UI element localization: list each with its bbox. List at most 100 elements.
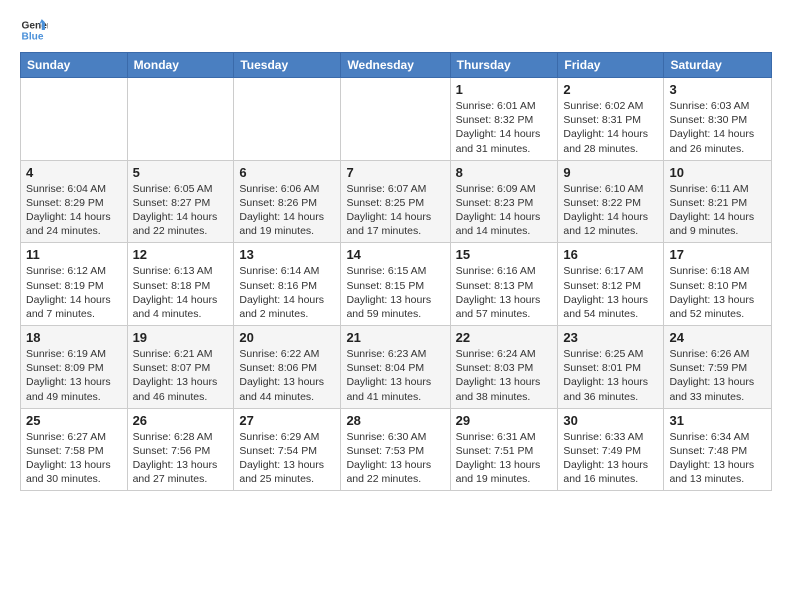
day-number: 11 <box>26 247 122 262</box>
day-number: 1 <box>456 82 553 97</box>
cell-info: Sunrise: 6:29 AM Sunset: 7:54 PM Dayligh… <box>239 430 335 487</box>
calendar-cell: 7 Sunrise: 6:07 AM Sunset: 8:25 PM Daylig… <box>341 160 450 243</box>
day-number: 8 <box>456 165 553 180</box>
cell-info: Sunrise: 6:17 AM Sunset: 8:12 PM Dayligh… <box>563 264 658 321</box>
header-row: SundayMondayTuesdayWednesdayThursdayFrid… <box>21 53 772 78</box>
svg-text:Blue: Blue <box>22 31 44 42</box>
calendar-cell: 9 Sunrise: 6:10 AM Sunset: 8:22 PM Daylig… <box>558 160 664 243</box>
day-number: 3 <box>669 82 766 97</box>
calendar-cell <box>341 78 450 161</box>
day-number: 26 <box>133 413 229 428</box>
cell-info: Sunrise: 6:05 AM Sunset: 8:27 PM Dayligh… <box>133 182 229 239</box>
cell-info: Sunrise: 6:25 AM Sunset: 8:01 PM Dayligh… <box>563 347 658 404</box>
day-number: 13 <box>239 247 335 262</box>
cell-info: Sunrise: 6:03 AM Sunset: 8:30 PM Dayligh… <box>669 99 766 156</box>
cell-info: Sunrise: 6:13 AM Sunset: 8:18 PM Dayligh… <box>133 264 229 321</box>
calendar-cell: 28Sunrise: 6:30 AM Sunset: 7:53 PM Dayli… <box>341 408 450 491</box>
calendar-cell: 15 Sunrise: 6:16 AM Sunset: 8:13 PM Dayli… <box>450 243 558 326</box>
day-number: 24 <box>669 330 766 345</box>
cell-info: Sunrise: 6:15 AM Sunset: 8:15 PM Dayligh… <box>346 264 444 321</box>
calendar-cell: 24 Sunrise: 6:26 AM Sunset: 7:59 PM Dayli… <box>664 326 772 409</box>
cell-info: Sunrise: 6:19 AM Sunset: 8:09 PM Dayligh… <box>26 347 122 404</box>
cell-info: Sunrise: 6:34 AM Sunset: 7:48 PM Dayligh… <box>669 430 766 487</box>
calendar-cell: 27Sunrise: 6:29 AM Sunset: 7:54 PM Dayli… <box>234 408 341 491</box>
col-header-thursday: Thursday <box>450 53 558 78</box>
cell-info: Sunrise: 6:33 AM Sunset: 7:49 PM Dayligh… <box>563 430 658 487</box>
logo-icon: General Blue <box>20 16 48 44</box>
cell-info: Sunrise: 6:28 AM Sunset: 7:56 PM Dayligh… <box>133 430 229 487</box>
day-number: 12 <box>133 247 229 262</box>
cell-info: Sunrise: 6:26 AM Sunset: 7:59 PM Dayligh… <box>669 347 766 404</box>
calendar-cell: 8 Sunrise: 6:09 AM Sunset: 8:23 PM Daylig… <box>450 160 558 243</box>
calendar-cell: 16 Sunrise: 6:17 AM Sunset: 8:12 PM Dayli… <box>558 243 664 326</box>
day-number: 10 <box>669 165 766 180</box>
day-number: 19 <box>133 330 229 345</box>
day-number: 2 <box>563 82 658 97</box>
day-number: 7 <box>346 165 444 180</box>
page-header: General Blue <box>20 16 772 44</box>
cell-info: Sunrise: 6:11 AM Sunset: 8:21 PM Dayligh… <box>669 182 766 239</box>
cell-info: Sunrise: 6:16 AM Sunset: 8:13 PM Dayligh… <box>456 264 553 321</box>
calendar-cell: 13 Sunrise: 6:14 AM Sunset: 8:16 PM Dayli… <box>234 243 341 326</box>
calendar-cell: 22Sunrise: 6:24 AM Sunset: 8:03 PM Dayli… <box>450 326 558 409</box>
cell-info: Sunrise: 6:07 AM Sunset: 8:25 PM Dayligh… <box>346 182 444 239</box>
calendar-cell <box>234 78 341 161</box>
calendar-cell: 10 Sunrise: 6:11 AM Sunset: 8:21 PM Dayli… <box>664 160 772 243</box>
cell-info: Sunrise: 6:14 AM Sunset: 8:16 PM Dayligh… <box>239 264 335 321</box>
cell-info: Sunrise: 6:18 AM Sunset: 8:10 PM Dayligh… <box>669 264 766 321</box>
calendar-cell: 18Sunrise: 6:19 AM Sunset: 8:09 PM Dayli… <box>21 326 128 409</box>
calendar-cell: 5 Sunrise: 6:05 AM Sunset: 8:27 PM Daylig… <box>127 160 234 243</box>
day-number: 6 <box>239 165 335 180</box>
calendar-table: SundayMondayTuesdayWednesdayThursdayFrid… <box>20 52 772 491</box>
cell-info: Sunrise: 6:01 AM Sunset: 8:32 PM Dayligh… <box>456 99 553 156</box>
cell-info: Sunrise: 6:31 AM Sunset: 7:51 PM Dayligh… <box>456 430 553 487</box>
day-number: 16 <box>563 247 658 262</box>
day-number: 30 <box>563 413 658 428</box>
calendar-cell: 29 Sunrise: 6:31 AM Sunset: 7:51 PM Dayli… <box>450 408 558 491</box>
calendar-cell: 2 Sunrise: 6:02 AM Sunset: 8:31 PM Daylig… <box>558 78 664 161</box>
day-number: 9 <box>563 165 658 180</box>
calendar-cell: 1 Sunrise: 6:01 AM Sunset: 8:32 PM Daylig… <box>450 78 558 161</box>
cell-info: Sunrise: 6:24 AM Sunset: 8:03 PM Dayligh… <box>456 347 553 404</box>
week-row-3: 11 Sunrise: 6:12 AM Sunset: 8:19 PM Dayli… <box>21 243 772 326</box>
cell-info: Sunrise: 6:12 AM Sunset: 8:19 PM Dayligh… <box>26 264 122 321</box>
day-number: 17 <box>669 247 766 262</box>
day-number: 29 <box>456 413 553 428</box>
calendar-cell: 20 Sunrise: 6:22 AM Sunset: 8:06 PM Dayli… <box>234 326 341 409</box>
cell-info: Sunrise: 6:30 AM Sunset: 7:53 PM Dayligh… <box>346 430 444 487</box>
cell-info: Sunrise: 6:10 AM Sunset: 8:22 PM Dayligh… <box>563 182 658 239</box>
cell-info: Sunrise: 6:21 AM Sunset: 8:07 PM Dayligh… <box>133 347 229 404</box>
calendar-cell: 14Sunrise: 6:15 AM Sunset: 8:15 PM Dayli… <box>341 243 450 326</box>
calendar-cell: 11 Sunrise: 6:12 AM Sunset: 8:19 PM Dayli… <box>21 243 128 326</box>
calendar-cell: 25Sunrise: 6:27 AM Sunset: 7:58 PM Dayli… <box>21 408 128 491</box>
col-header-friday: Friday <box>558 53 664 78</box>
day-number: 15 <box>456 247 553 262</box>
cell-info: Sunrise: 6:02 AM Sunset: 8:31 PM Dayligh… <box>563 99 658 156</box>
cell-info: Sunrise: 6:09 AM Sunset: 8:23 PM Dayligh… <box>456 182 553 239</box>
calendar-cell: 21Sunrise: 6:23 AM Sunset: 8:04 PM Dayli… <box>341 326 450 409</box>
week-row-5: 25Sunrise: 6:27 AM Sunset: 7:58 PM Dayli… <box>21 408 772 491</box>
col-header-monday: Monday <box>127 53 234 78</box>
cell-info: Sunrise: 6:04 AM Sunset: 8:29 PM Dayligh… <box>26 182 122 239</box>
cell-info: Sunrise: 6:23 AM Sunset: 8:04 PM Dayligh… <box>346 347 444 404</box>
week-row-1: 1 Sunrise: 6:01 AM Sunset: 8:32 PM Daylig… <box>21 78 772 161</box>
calendar-cell: 3 Sunrise: 6:03 AM Sunset: 8:30 PM Daylig… <box>664 78 772 161</box>
calendar-cell <box>21 78 128 161</box>
calendar-cell: 23 Sunrise: 6:25 AM Sunset: 8:01 PM Dayli… <box>558 326 664 409</box>
calendar-cell: 12 Sunrise: 6:13 AM Sunset: 8:18 PM Dayli… <box>127 243 234 326</box>
calendar-cell: 4Sunrise: 6:04 AM Sunset: 8:29 PM Daylig… <box>21 160 128 243</box>
day-number: 23 <box>563 330 658 345</box>
calendar-cell: 17 Sunrise: 6:18 AM Sunset: 8:10 PM Dayli… <box>664 243 772 326</box>
day-number: 5 <box>133 165 229 180</box>
col-header-wednesday: Wednesday <box>341 53 450 78</box>
week-row-4: 18Sunrise: 6:19 AM Sunset: 8:09 PM Dayli… <box>21 326 772 409</box>
day-number: 20 <box>239 330 335 345</box>
week-row-2: 4Sunrise: 6:04 AM Sunset: 8:29 PM Daylig… <box>21 160 772 243</box>
col-header-saturday: Saturday <box>664 53 772 78</box>
col-header-tuesday: Tuesday <box>234 53 341 78</box>
calendar-cell: 19 Sunrise: 6:21 AM Sunset: 8:07 PM Dayli… <box>127 326 234 409</box>
calendar-cell: 6Sunrise: 6:06 AM Sunset: 8:26 PM Daylig… <box>234 160 341 243</box>
calendar-cell: 30 Sunrise: 6:33 AM Sunset: 7:49 PM Dayli… <box>558 408 664 491</box>
logo: General Blue <box>20 16 48 44</box>
cell-info: Sunrise: 6:22 AM Sunset: 8:06 PM Dayligh… <box>239 347 335 404</box>
